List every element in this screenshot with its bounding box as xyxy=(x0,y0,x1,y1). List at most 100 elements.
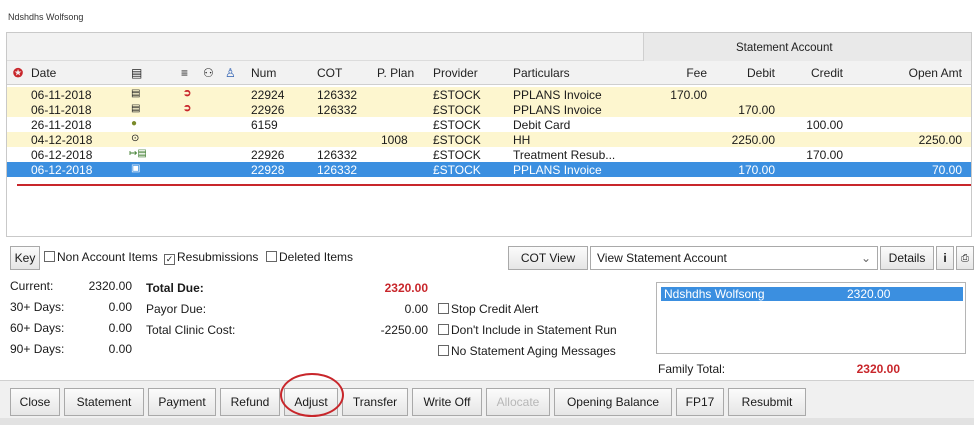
family-member-row-selected[interactable]: Ndshdhs Wolfsong 2320.00 xyxy=(661,287,963,301)
non-account-items-checkbox[interactable]: Non Account Items xyxy=(44,250,158,264)
red-arrow-icon: ➲ xyxy=(183,88,192,99)
cell-open-amt: 2250.00 xyxy=(918,133,962,147)
col-header-fee[interactable]: Fee xyxy=(667,66,707,80)
no-aging-messages-label: No Statement Aging Messages xyxy=(451,344,616,358)
resubmissions-checkbox[interactable]: ✓ Resubmissions xyxy=(164,250,258,265)
cell-date: 04-12-2018 xyxy=(31,133,93,147)
col-header-cot[interactable]: COT xyxy=(317,66,342,80)
col-header-provider[interactable]: Provider xyxy=(433,66,478,80)
table-row-selected[interactable]: 06-12-2018 ▣ 22928 126332 £STOCK PPLANS … xyxy=(7,162,971,177)
cell-cot: 126332 xyxy=(317,148,358,162)
cell-particulars: PPLANS Invoice xyxy=(513,103,602,117)
stop-credit-alert-label: Stop Credit Alert xyxy=(451,302,539,316)
view-select[interactable]: View Statement Account ⌄ xyxy=(590,246,878,270)
cell-particulars: Debit Card xyxy=(513,118,571,132)
cell-fee: 170.00 xyxy=(670,88,707,102)
cell-particulars: HH xyxy=(513,133,531,147)
table-row[interactable]: 06-12-2018 ↦▤ 22926 126332 £STOCK Treatm… xyxy=(7,147,971,162)
cell-open-amt: 70.00 xyxy=(931,163,962,177)
days90-label: 90+ Days: xyxy=(10,342,65,356)
fp17-button[interactable]: FP17 xyxy=(676,388,724,416)
deleted-items-label: Deleted Items xyxy=(279,250,354,264)
payor-due-value: 0.00 xyxy=(404,302,428,316)
family-total-value: 2320.00 xyxy=(856,362,900,376)
clock-icon: ⊙ xyxy=(131,133,140,144)
filter-bar: Key Non Account Items ✓ Resubmissions Del… xyxy=(10,246,974,270)
key-button[interactable]: Key xyxy=(10,246,40,270)
table-row[interactable]: 26-11-2018 ● 6159 £STOCK Debit Card 100.… xyxy=(7,117,971,132)
checked-checkbox-icon: ✓ xyxy=(164,254,175,265)
cell-particulars: PPLANS Invoice xyxy=(513,163,602,177)
table-row[interactable]: 04-12-2018 ⊙ 1008 £STOCK HH 2250.00 2250… xyxy=(7,132,971,147)
allocate-button[interactable]: Allocate xyxy=(486,388,550,416)
current-label: Current: xyxy=(10,279,54,293)
checkbox-icon xyxy=(266,251,277,262)
statement-account-group: Statement Account xyxy=(643,33,971,61)
cell-provider: £STOCK xyxy=(433,148,481,162)
view-select-value: View Statement Account xyxy=(597,251,727,265)
days60-label: 60+ Days: xyxy=(10,321,65,335)
user-icon-header: ♙ xyxy=(225,66,236,80)
cell-cot: 126332 xyxy=(317,88,358,102)
cell-credit: 100.00 xyxy=(806,118,843,132)
cell-date: 26-11-2018 xyxy=(31,118,92,132)
write-off-button[interactable]: Write Off xyxy=(412,388,482,416)
statement-button[interactable]: Statement xyxy=(64,388,144,416)
checkbox-icon xyxy=(438,303,449,314)
cell-num: 22924 xyxy=(251,88,285,102)
deleted-items-checkbox[interactable]: Deleted Items xyxy=(266,250,353,264)
family-members-list[interactable]: Ndshdhs Wolfsong 2320.00 xyxy=(656,282,966,354)
info-icon[interactable]: i xyxy=(936,246,954,270)
checkbox-icon xyxy=(44,251,55,262)
table-row[interactable]: 06-11-2018 ▤ ➲ 22926 126332 £STOCK PPLAN… xyxy=(7,102,971,117)
opening-balance-button[interactable]: Opening Balance xyxy=(554,388,672,416)
family-total-label: Family Total: xyxy=(658,362,726,376)
print-icon[interactable]: ⎙ xyxy=(956,246,974,270)
cell-date: 06-11-2018 xyxy=(31,88,92,102)
no-aging-messages-checkbox[interactable]: No Statement Aging Messages xyxy=(438,344,616,358)
col-header-open-amt[interactable]: Open Amt xyxy=(887,66,962,80)
cell-cot: 126332 xyxy=(317,163,358,177)
non-account-items-label: Non Account Items xyxy=(57,250,158,264)
cell-num: 22926 xyxy=(251,148,285,162)
document-icon: ▤ xyxy=(131,88,141,99)
table-row[interactable]: 06-11-2018 ▤ ➲ 22924 126332 £STOCK PPLAN… xyxy=(7,87,971,102)
grid-header: ✪ Date ▤ ≡ ⚇ ♙ Num COT P. Plan Provider … xyxy=(7,61,971,85)
resubmit-button[interactable]: Resubmit xyxy=(728,388,806,416)
stop-credit-alert-checkbox[interactable]: Stop Credit Alert xyxy=(438,302,538,316)
col-header-credit[interactable]: Credit xyxy=(801,66,843,80)
cell-date: 06-12-2018 xyxy=(31,148,93,162)
status-icon-header: ✪ xyxy=(13,66,24,80)
cell-provider: £STOCK xyxy=(433,103,481,117)
checkbox-icon xyxy=(438,324,449,335)
adjust-highlight-circle xyxy=(280,373,344,417)
refund-button[interactable]: Refund xyxy=(220,388,280,416)
cell-particulars: PPLANS Invoice xyxy=(513,88,602,102)
transfer-button[interactable]: Transfer xyxy=(342,388,408,416)
days30-label: 30+ Days: xyxy=(10,300,65,314)
col-header-pplan[interactable]: P. Plan xyxy=(377,66,414,80)
cell-date: 06-12-2018 xyxy=(31,163,93,177)
transactions-grid[interactable]: Statement Account ✪ Date ▤ ≡ ⚇ ♙ Num COT… xyxy=(6,32,972,237)
person-icon-header: ⚇ xyxy=(203,66,214,80)
col-header-date[interactable]: Date xyxy=(31,66,56,80)
cell-provider: £STOCK xyxy=(433,163,481,177)
resubmit-icon: ↦▤ xyxy=(129,148,147,159)
background-window-strip xyxy=(0,418,974,425)
cell-cot: 126332 xyxy=(317,103,358,117)
invoice-icon: ▣ xyxy=(131,163,141,174)
cell-num: 22926 xyxy=(251,103,285,117)
cot-view-button[interactable]: COT View xyxy=(508,246,588,270)
card-icon: ● xyxy=(131,118,138,129)
dont-include-statement-checkbox[interactable]: Don't Include in Statement Run xyxy=(438,323,617,337)
col-header-debit[interactable]: Debit xyxy=(733,66,775,80)
selection-underline-annotation xyxy=(17,184,971,186)
details-button[interactable]: Details xyxy=(880,246,934,270)
col-header-particulars[interactable]: Particulars xyxy=(513,66,570,80)
col-header-num[interactable]: Num xyxy=(251,66,276,80)
payment-button[interactable]: Payment xyxy=(148,388,216,416)
family-member-name: Ndshdhs Wolfsong xyxy=(664,287,765,301)
total-due-label: Total Due: xyxy=(146,281,204,295)
close-button[interactable]: Close xyxy=(10,388,60,416)
red-arrow-icon: ➲ xyxy=(183,103,192,114)
